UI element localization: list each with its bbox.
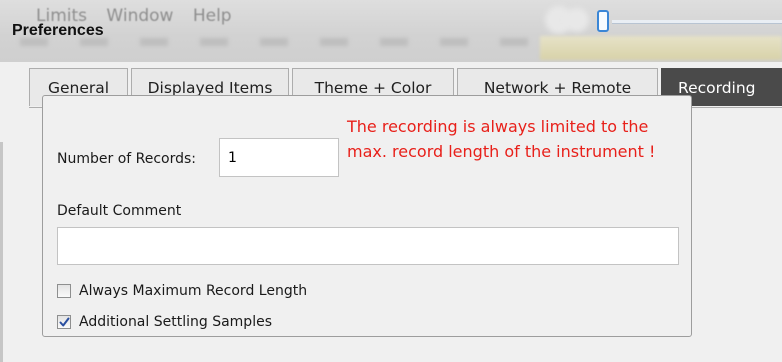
tab-label: Displayed Items — [147, 78, 273, 97]
always-maximum-record-length-option[interactable]: Always Maximum Record Length — [57, 283, 307, 299]
menu-window: Window — [106, 6, 174, 26]
number-of-records-input[interactable]: 1 — [219, 138, 339, 177]
additional-settling-samples-checkbox[interactable] — [57, 315, 71, 329]
dialog-title: Preferences — [12, 22, 104, 39]
tab-label: Recording — [678, 78, 756, 97]
recording-settings-group: Number of Records: 1 The recording is al… — [42, 95, 692, 337]
menu-help: Help — [192, 6, 232, 26]
background-app-toolbar: Limits Window Help Preferences — [0, 0, 782, 62]
tab-label: Theme + Color — [314, 78, 432, 97]
default-comment-input[interactable] — [57, 227, 679, 265]
background-slider-track — [612, 20, 782, 23]
warning-line: The recording is always limited to the — [347, 117, 649, 136]
tab-label: General — [47, 78, 110, 97]
dialog-left-edge — [0, 142, 3, 362]
always-maximum-record-length-checkbox[interactable] — [57, 284, 71, 298]
background-slider-thumb — [597, 10, 609, 32]
recording-limit-warning: The recording is always limited to the m… — [347, 114, 687, 164]
number-of-records-label: Number of Records: — [57, 151, 197, 167]
checkbox-label: Always Maximum Record Length — [79, 283, 308, 299]
additional-settling-samples-option[interactable]: Additional Settling Samples — [57, 314, 272, 330]
warning-line: max. record length of the instrument ! — [347, 142, 656, 161]
background-panel — [540, 36, 782, 60]
tab-label: Network + Remote — [483, 78, 632, 97]
check-mark-icon — [59, 317, 70, 327]
default-comment-label: Default Comment — [57, 203, 182, 219]
number-of-records-value: 1 — [228, 149, 237, 166]
background-blur-shape — [565, 8, 589, 32]
checkbox-label: Additional Settling Samples — [79, 314, 272, 330]
preferences-dialog: General Displayed Items Theme + Color Ne… — [0, 62, 782, 362]
